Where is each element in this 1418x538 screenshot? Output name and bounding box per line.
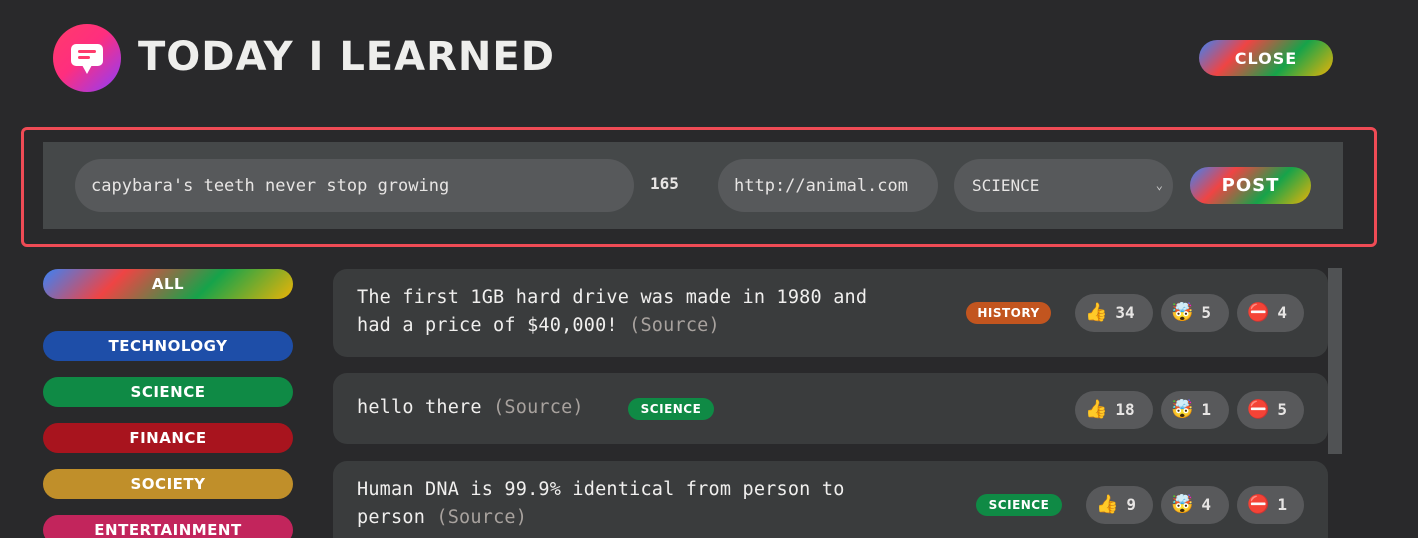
chevron-down-icon: ⌄ [1155, 178, 1163, 192]
fact-item: Human DNA is 99.9% identical from person… [333, 461, 1328, 538]
mindblown-vote-button[interactable]: 🤯 5 [1161, 294, 1229, 332]
category-select-value: SCIENCE [972, 176, 1040, 195]
fact-item: hello there (Source) Science 👍 18 🤯 1 ⛔ 5 [333, 373, 1328, 444]
source-url-input[interactable] [718, 159, 938, 212]
post-button[interactable]: Post [1190, 167, 1311, 204]
fact-text-input[interactable] [75, 159, 634, 212]
no-entry-icon: ⛔ [1247, 302, 1270, 323]
fact-text: The first 1GB hard drive was made in 198… [357, 287, 868, 336]
facts-scrollbar[interactable] [1328, 268, 1342, 454]
category-finance-button[interactable]: Finance [43, 423, 293, 453]
category-tag: History [966, 302, 1051, 324]
mindblown-vote-button[interactable]: 🤯 1 [1161, 391, 1229, 429]
false-vote-button[interactable]: ⛔ 5 [1237, 391, 1304, 429]
category-science-button[interactable]: Science [43, 377, 293, 407]
close-button[interactable]: Close [1199, 40, 1333, 76]
app-title: Today I Learned [138, 34, 555, 80]
mind-blown-icon: 🤯 [1171, 302, 1194, 323]
category-technology-button[interactable]: Technology [43, 331, 293, 361]
no-entry-icon: ⛔ [1247, 399, 1270, 420]
category-select[interactable]: SCIENCE ⌄ [954, 159, 1173, 212]
mindblown-vote-button[interactable]: 🤯 4 [1161, 486, 1229, 524]
source-link[interactable]: (Source) [493, 397, 584, 418]
mind-blown-icon: 🤯 [1171, 399, 1194, 420]
like-vote-button[interactable]: 👍 9 [1086, 486, 1153, 524]
thumbs-up-icon: 👍 [1085, 302, 1108, 323]
category-society-button[interactable]: Society [43, 469, 293, 499]
source-link[interactable]: (Source) [436, 507, 527, 528]
thumbs-up-icon: 👍 [1085, 399, 1108, 420]
false-vote-button[interactable]: ⛔ 4 [1237, 294, 1304, 332]
category-tag: Science [628, 398, 714, 420]
fact-text: Human DNA is 99.9% identical from person… [357, 479, 845, 528]
chat-bubble-logo-icon [53, 24, 121, 92]
category-all-button[interactable]: All [43, 269, 293, 299]
char-count: 165 [650, 174, 679, 193]
source-link[interactable]: (Source) [629, 315, 720, 336]
category-entertainment-button[interactable]: Entertainment [43, 515, 293, 538]
mind-blown-icon: 🤯 [1171, 494, 1194, 515]
no-entry-icon: ⛔ [1247, 494, 1270, 515]
false-vote-button[interactable]: ⛔ 1 [1237, 486, 1304, 524]
fact-item: The first 1GB hard drive was made in 198… [333, 269, 1328, 357]
like-vote-button[interactable]: 👍 18 [1075, 391, 1153, 429]
like-vote-button[interactable]: 👍 34 [1075, 294, 1153, 332]
app-header: Today I Learned Close [0, 0, 1418, 115]
fact-text: hello there (Source) [357, 397, 584, 418]
category-tag: Science [976, 494, 1062, 516]
thumbs-up-icon: 👍 [1096, 494, 1119, 515]
